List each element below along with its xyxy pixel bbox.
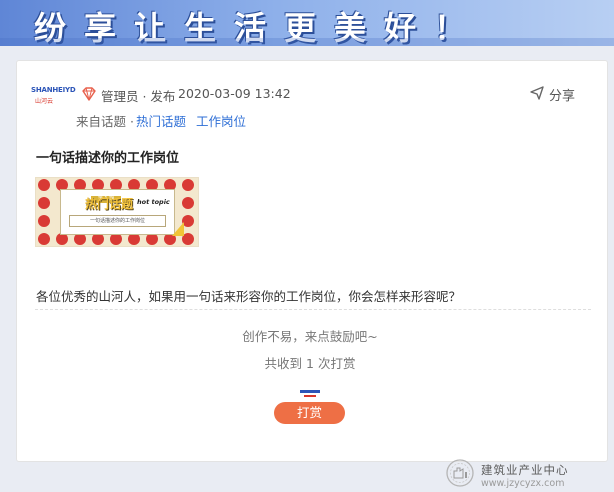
watermark-name: 建筑业产业中心: [481, 462, 569, 477]
thumbnail-hot-en: hot topic: [137, 198, 170, 206]
post-body: 各位优秀的山河人，如果用一句话来形容你的工作岗位，你会怎样来形容呢？: [36, 289, 462, 304]
post-date: 2020-03-09 13:42: [178, 86, 291, 101]
thumbnail-subtitle: 一句话描述你的工作岗位: [69, 215, 166, 227]
topic-line: 来自话题 · 热门话题 工作岗位: [76, 111, 246, 130]
reward-count: 共收到 1 次打赏: [264, 356, 356, 371]
post-title: 一句话描述你的工作岗位: [36, 151, 180, 166]
topic-prefix: 来自话题 ·: [76, 114, 134, 129]
author-label: 管理员 · 发布: [101, 89, 176, 104]
thumbnail-hot-title: 热门话题: [85, 197, 134, 211]
divider: [35, 309, 591, 310]
share-label: 分享: [549, 89, 576, 104]
top-banner: 纷享让生活更美好！: [0, 0, 614, 46]
post-card: SHANHEIYD 山河云 管理员 · 发布 2020-03-09 13:42 …: [16, 60, 608, 489]
share-icon: [530, 85, 544, 104]
share-button[interactable]: 分享: [530, 85, 575, 104]
reward-button[interactable]: 打赏: [274, 402, 345, 424]
diamond-badge-icon: [81, 86, 97, 102]
banner-text: 纷享让生活更美好！: [34, 9, 485, 46]
site-logo-tagline: 山河云: [35, 98, 54, 105]
post-thumbnail[interactable]: 第 1 期 热门话题 hot topic 一句话描述你的工作岗位: [35, 177, 199, 247]
thumbnail-corner: [172, 222, 184, 236]
site-logo: SHANHEIYD 山河云: [31, 86, 76, 106]
watermark-url: www.jzycyzx.com: [481, 477, 565, 489]
topic-link-job[interactable]: 工作岗位: [196, 114, 246, 129]
watermark: 建筑业产业中心 www.jzycyzx.com: [445, 458, 569, 492]
site-logo-brand: SHANHEIYD: [31, 86, 76, 94]
mini-logo-icon: [299, 384, 321, 397]
watermark-seal-icon: [445, 458, 475, 492]
reward-message: 创作不易，来点鼓励吧~: [242, 329, 378, 344]
topic-link-hot[interactable]: 热门话题: [136, 114, 186, 129]
